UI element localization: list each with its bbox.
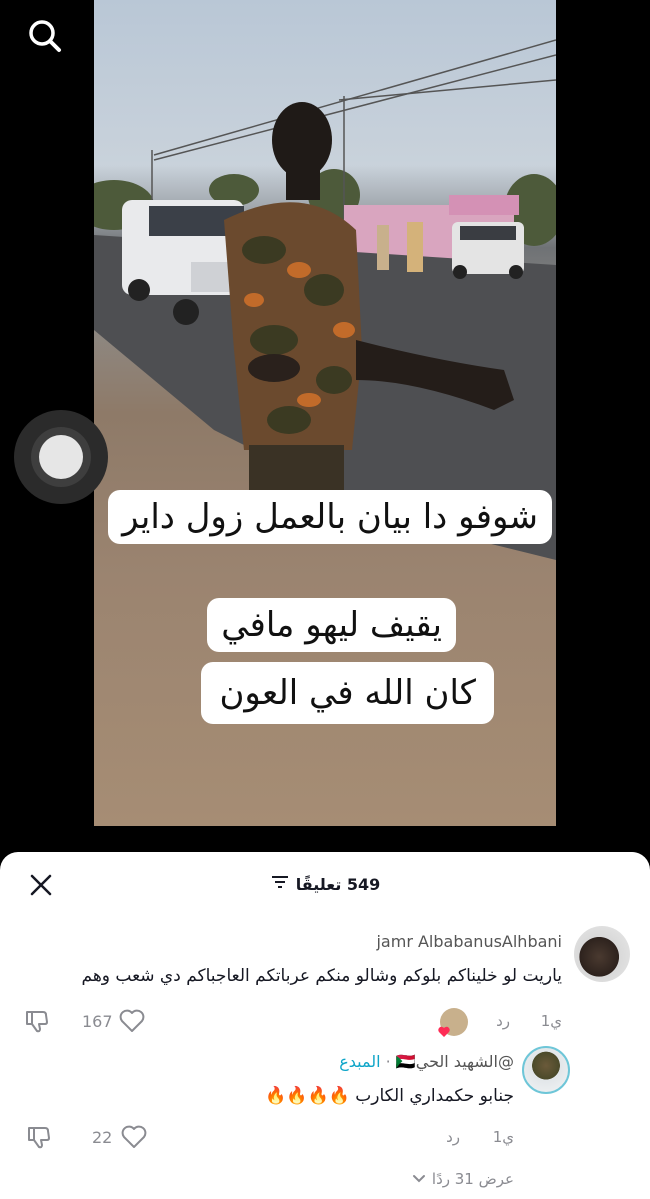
assistive-touch-core xyxy=(39,435,83,479)
comment-username[interactable]: jamr AlbabanusAlhbani xyxy=(376,932,562,951)
search-button[interactable] xyxy=(22,14,66,58)
caption-line-1: شوفو دا بيان بالعمل زول داير xyxy=(108,490,552,544)
comments-header: 549 تعليقًا xyxy=(0,852,650,916)
small-heart-icon xyxy=(438,1026,450,1037)
caption-line-3: كان الله في العون xyxy=(201,662,494,724)
creator-badge: المبدع xyxy=(339,1052,381,1071)
comment-item: jamr AlbabanusAlhbani ياريت لو خليناكم ب… xyxy=(0,924,650,1044)
username-text: الشهيد الحي🇸🇩 xyxy=(395,1052,498,1071)
heart-icon[interactable] xyxy=(118,1008,146,1038)
avatar[interactable] xyxy=(574,926,630,982)
view-replies-label: عرض 31 ردًا xyxy=(431,1170,514,1188)
reply-time: 1ي xyxy=(492,1128,514,1146)
reply-item: @الشهيد الحي🇸🇩 · المبدع جنابو حكمداري ال… xyxy=(0,1044,650,1154)
assistive-touch-ring xyxy=(31,427,91,487)
separator: · xyxy=(385,1052,391,1071)
comment-time: 1ي xyxy=(540,1012,562,1030)
chevron-down-icon xyxy=(412,1175,425,1183)
caption-line-2: يقيف ليهو مافي xyxy=(207,598,456,652)
video-player[interactable]: شوفو دا بيان بالعمل زول داير يقيف ليهو م… xyxy=(94,0,556,826)
creator-liked-avatar xyxy=(438,1008,468,1037)
reply-button[interactable]: رد xyxy=(446,1128,460,1146)
reply-text: جنابو حكمداري الكارب 🔥🔥🔥🔥 xyxy=(265,1086,514,1106)
avatar[interactable] xyxy=(522,1046,570,1094)
dislike-icon[interactable] xyxy=(24,1008,50,1038)
comments-sheet: 549 تعليقًا jamr AlbabanusAlhbani ياريت … xyxy=(0,852,650,1199)
reply-button[interactable]: رد xyxy=(496,1012,510,1030)
like-count: 167 xyxy=(82,1012,113,1031)
heart-icon[interactable] xyxy=(120,1124,148,1154)
comment-text: ياريت لو خليناكم بلوكم وشالو منكم عرباتك… xyxy=(81,966,563,986)
like-count: 22 xyxy=(92,1128,113,1147)
assistive-touch-button[interactable] xyxy=(14,410,108,504)
comment-count-bar: 549 تعليقًا xyxy=(0,874,650,894)
comment-count: 549 تعليقًا xyxy=(295,874,381,894)
reply-username[interactable]: @الشهيد الحي🇸🇩 · المبدع xyxy=(339,1052,514,1071)
sort-icon[interactable] xyxy=(270,874,290,894)
username-prefix: @ xyxy=(498,1052,514,1071)
dislike-icon[interactable] xyxy=(26,1124,52,1154)
view-replies-button[interactable]: عرض 31 ردًا xyxy=(412,1170,514,1188)
search-icon xyxy=(29,20,61,52)
